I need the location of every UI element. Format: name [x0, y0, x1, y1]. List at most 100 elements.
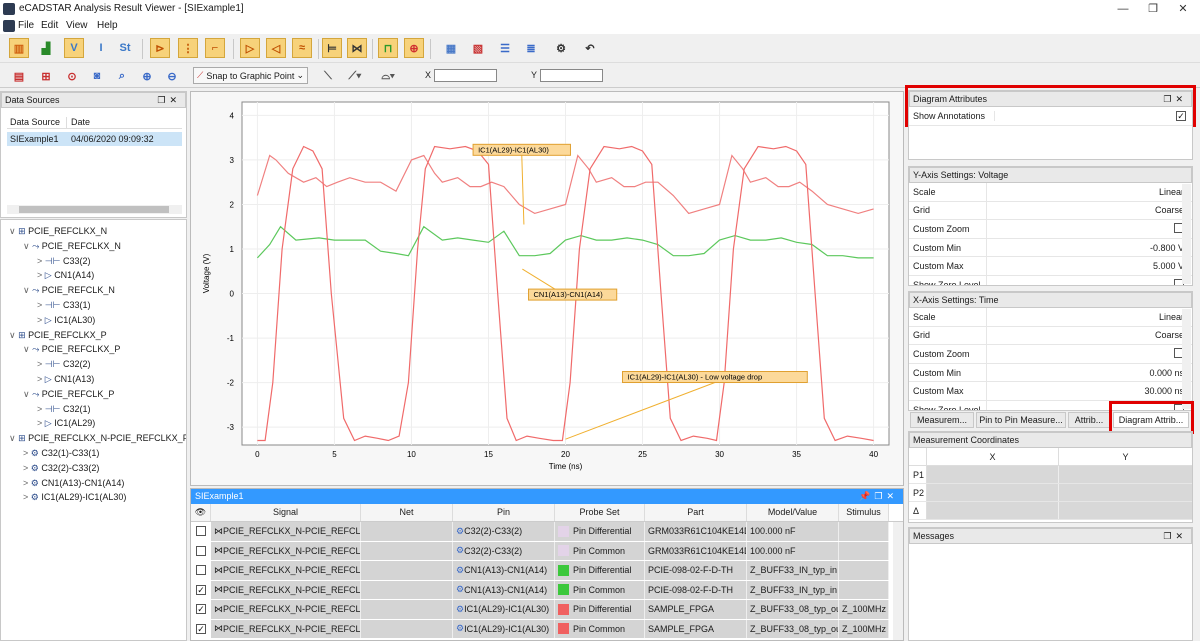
driver-icon[interactable]: ▷: [240, 38, 260, 58]
visibility-checkbox[interactable]: [196, 526, 206, 537]
zoom-window-icon[interactable]: ⌕: [112, 66, 132, 86]
tree-item[interactable]: ∨ ⤳ PCIE_REFCLK_N: [23, 283, 115, 297]
visibility-checkbox[interactable]: ✓: [196, 584, 206, 595]
menu-file[interactable]: File: [18, 20, 34, 31]
tab-pin-to-pin[interactable]: Pin to Pin Measure...: [976, 412, 1066, 428]
expander-icon[interactable]: ∨: [23, 241, 32, 251]
probe-icon[interactable]: ⊳: [150, 38, 170, 58]
panel-controls[interactable]: 📌❐✕: [859, 489, 898, 504]
tree-item[interactable]: > ⚙ C32(1)-C33(1): [23, 446, 99, 460]
horizontal-scrollbar[interactable]: [7, 205, 182, 214]
measure-icon[interactable]: ⟋▾: [345, 66, 365, 86]
expander-icon[interactable]: >: [37, 374, 45, 384]
expander-icon[interactable]: >: [37, 256, 45, 266]
panel-controls[interactable]: ❐✕: [157, 93, 181, 107]
layout-icon[interactable]: ☰: [495, 38, 515, 58]
property-value[interactable]: Linear: [987, 312, 1192, 322]
property-row[interactable]: Scale Linear: [909, 183, 1192, 202]
expander-icon[interactable]: ∨: [23, 389, 32, 399]
expander-icon[interactable]: ∨: [23, 285, 32, 295]
visibility-checkbox[interactable]: [196, 565, 206, 576]
undo-icon[interactable]: ↶: [580, 38, 600, 58]
tree-item[interactable]: > ▷ CN1(A14): [37, 268, 94, 282]
property-value[interactable]: [987, 222, 1192, 235]
table-row[interactable]: ✓ ⋈ PCIE_REFCLKX_N-PCIE_REFCLK... ⚙ IC1(AL…: [191, 600, 903, 620]
menu-view[interactable]: View: [66, 20, 88, 31]
maximize-button[interactable]: ❐: [1138, 0, 1168, 18]
visibility-checkbox[interactable]: [196, 545, 206, 556]
arrange-icon[interactable]: ≣: [521, 38, 541, 58]
resistor-icon[interactable]: ≈: [292, 38, 312, 58]
property-row[interactable]: Custom Max 5.000 V: [909, 257, 1192, 276]
panel-controls[interactable]: ❐✕: [1163, 529, 1187, 543]
data-source-row[interactable]: SIExample1 04/06/2020 09:09:32: [7, 132, 182, 146]
property-value[interactable]: 0.000 ns: [987, 368, 1192, 378]
export-icon[interactable]: ▧: [468, 38, 488, 58]
tab-attributes[interactable]: Attrib...: [1068, 412, 1110, 428]
waveform-chart[interactable]: 0 5 10 15 20 25 30 35 4043210-1-2-3Time (ns)Volt…: [191, 92, 903, 485]
current-icon[interactable]: I: [91, 38, 111, 58]
property-value[interactable]: -0.800 V: [987, 243, 1192, 253]
tree-item[interactable]: > ⊣⊢ C32(1): [37, 402, 90, 416]
marker-icon[interactable]: ⌓▾: [378, 66, 398, 86]
property-row[interactable]: Custom Min 0.000 ns: [909, 363, 1192, 383]
property-value[interactable]: Coarse: [987, 330, 1192, 340]
tree-item[interactable]: > ⊣⊢ C33(2): [37, 254, 90, 268]
y-coord-field[interactable]: [540, 69, 603, 82]
fit-all-icon[interactable]: ▤: [9, 66, 29, 86]
column-header[interactable]: Net: [361, 504, 453, 521]
expander-icon[interactable]: >: [23, 463, 31, 473]
tree-item[interactable]: > ⊣⊢ C33(1): [37, 298, 90, 312]
show-annotations-checkbox[interactable]: ✓: [1176, 111, 1186, 121]
tree-item[interactable]: > ▷ IC1(AL29): [37, 416, 95, 430]
zoom-area-icon[interactable]: ⊞: [36, 66, 56, 86]
property-value[interactable]: [987, 347, 1192, 360]
table-row[interactable]: ⋈ PCIE_REFCLKX_N-PCIE_REFCLK... ⚙ CN1(A13…: [191, 561, 903, 581]
property-row[interactable]: Custom Zoom: [909, 220, 1192, 239]
expander-icon[interactable]: >: [37, 359, 45, 369]
eye-diagram-icon[interactable]: ⊓: [378, 38, 398, 58]
column-header[interactable]: Signal: [211, 504, 361, 521]
tree-item[interactable]: ∨ ⤳ PCIE_REFCLK_P: [23, 387, 114, 401]
property-row[interactable]: Scale Linear: [909, 308, 1192, 327]
tree-item[interactable]: ∨ ⊞ PCIE_REFCLKX_N-PCIE_REFCLKX_P: [9, 431, 186, 445]
table-row[interactable]: ⋈ PCIE_REFCLKX_N-PCIE_REFCLK... ⚙ C32(2)-…: [191, 541, 903, 561]
zoom-out-icon[interactable]: ⊖: [162, 66, 182, 86]
property-value[interactable]: [987, 278, 1192, 285]
zoom-in-icon[interactable]: ⊕: [137, 66, 157, 86]
doc-icon[interactable]: [3, 20, 15, 32]
tree-item[interactable]: > ▷ CN1(A13): [37, 372, 94, 386]
expander-icon[interactable]: >: [37, 300, 45, 310]
tree-item[interactable]: > ⚙ IC1(AL29)-IC1(AL30): [23, 490, 126, 504]
probe-list-icon[interactable]: ⋮: [178, 38, 198, 58]
tree-item[interactable]: > ⊣⊢ C32(2): [37, 357, 90, 371]
voltage-icon[interactable]: V: [64, 38, 84, 58]
menu-help[interactable]: Help: [97, 20, 118, 31]
zoom-fit-icon[interactable]: ◙: [87, 66, 107, 86]
settings-icon[interactable]: ⚙: [551, 38, 571, 58]
import-icon[interactable]: ▦: [441, 38, 461, 58]
expander-icon[interactable]: >: [23, 448, 31, 458]
tab-measurement[interactable]: Measurem...: [910, 412, 974, 428]
property-value[interactable]: Linear: [987, 187, 1192, 197]
diff-net-icon[interactable]: ⋈: [347, 38, 367, 58]
bar-chart-icon[interactable]: ▥: [9, 38, 29, 58]
stats-icon[interactable]: St: [115, 38, 135, 58]
snap-dropdown[interactable]: ⟋ Snap to Graphic Point ⌄: [193, 67, 308, 84]
expander-icon[interactable]: >: [23, 492, 31, 502]
tree-item[interactable]: > ⚙ CN1(A13)-CN1(A14): [23, 476, 124, 490]
column-header[interactable]: Probe Set: [555, 504, 645, 521]
panel-controls[interactable]: ❐✕: [1163, 92, 1187, 106]
tree-item[interactable]: ∨ ⊞ PCIE_REFCLKX_N: [9, 224, 107, 238]
property-row[interactable]: Custom Zoom: [909, 345, 1192, 364]
column-header[interactable]: Stimulus: [839, 504, 889, 521]
column-header[interactable]: Date: [67, 117, 90, 128]
expander-icon[interactable]: >: [23, 478, 31, 488]
tree-item[interactable]: > ⚙ C32(2)-C33(2): [23, 461, 99, 475]
expander-icon[interactable]: ∨: [23, 344, 32, 354]
property-value[interactable]: 5.000 V: [987, 261, 1192, 271]
tree-item[interactable]: ∨ ⊞ PCIE_REFCLKX_P: [9, 328, 107, 342]
probe-step-icon[interactable]: ⌐: [205, 38, 225, 58]
vertical-scrollbar[interactable]: [1182, 309, 1191, 409]
zoom-point-icon[interactable]: ⊙: [62, 66, 82, 86]
